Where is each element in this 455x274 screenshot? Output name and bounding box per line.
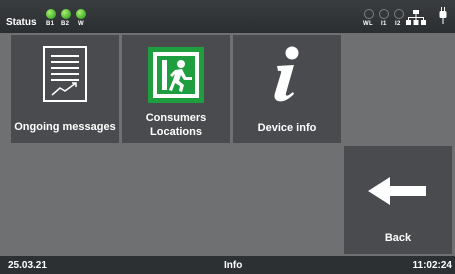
device-info-label: Device info [257,122,317,134]
led-label-w: W [78,21,84,27]
consumers-locations-tile[interactable]: Consumers Locations [122,35,230,143]
device-info-tile[interactable]: Device info [233,35,341,143]
led-i2-indicator [394,9,404,19]
led-label-wl: WL [363,21,373,27]
led-wl-indicator [364,9,374,19]
emergency-exit-icon [148,47,204,103]
led-label-i1: I1 [381,21,387,27]
info-icon [274,46,299,102]
footer-time: 11:02:24 [412,260,452,271]
led-label-b1: B1 [46,21,55,27]
led-b1-indicator [46,9,56,19]
locations-label: Locations [150,126,202,138]
led-label-i2: I2 [395,21,401,27]
ongoing-messages-tile[interactable]: Ongoing messages [11,35,119,143]
plug-icon [439,7,447,24]
led-label-b2: B2 [61,21,70,27]
back-label: Back [384,232,412,244]
status-label: Status [6,17,37,28]
consumers-locations-label: Consumers Locations [146,111,207,139]
led-b2-indicator [61,9,71,19]
content-area: Ongoing messages Consumers Locations Dev… [0,33,455,256]
led-i1-indicator [379,9,389,19]
status-bar: Status B1 B2 W WL I1 I2 [0,0,455,33]
back-button[interactable]: Back [344,146,452,254]
footer-date: 25.03.21 [8,260,47,271]
footer-page-title: Info [224,260,243,271]
ongoing-messages-label: Ongoing messages [14,121,116,133]
network-icon [406,10,426,25]
consumers-label: Consumers [145,112,207,124]
arrow-left-icon [368,177,426,205]
led-w-indicator [76,9,86,19]
document-chart-icon [43,46,87,102]
footer-bar: 25.03.21 Info 11:02:24 [0,256,455,274]
